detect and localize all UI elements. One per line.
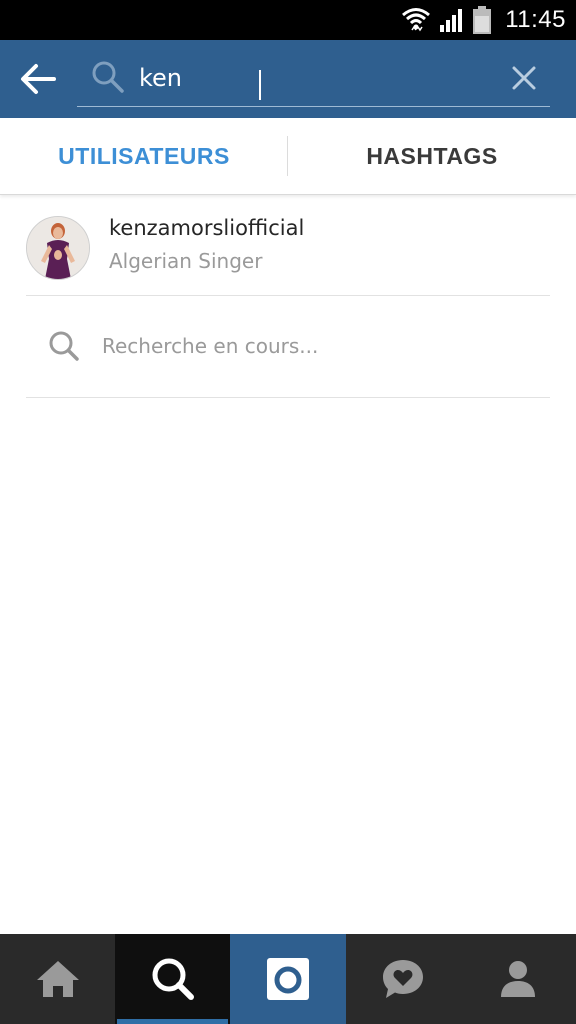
- status-bar: 11:45: [0, 0, 576, 40]
- search-tabs: UTILISATEURS HASHTAGS: [0, 118, 576, 195]
- nav-profile[interactable]: [461, 934, 576, 1024]
- tab-hashtags[interactable]: HASHTAGS: [288, 118, 576, 194]
- text-caret: [259, 70, 261, 100]
- result-username: kenzamorsliofficial: [109, 216, 305, 240]
- profile-icon: [501, 961, 536, 997]
- status-icons: 11:45: [401, 4, 566, 36]
- searching-row: Recherche en cours...: [26, 296, 550, 398]
- wifi-icon: [402, 8, 431, 32]
- bottom-nav: [0, 934, 576, 1024]
- user-result-row[interactable]: kenzamorsliofficial Algerian Singer: [26, 200, 550, 296]
- signal-icon: [440, 9, 463, 32]
- home-icon: [36, 961, 79, 997]
- searching-label: Recherche en cours...: [102, 334, 319, 358]
- nav-home[interactable]: [0, 934, 115, 1024]
- result-fullname: Algerian Singer: [109, 249, 263, 273]
- avatar: [26, 216, 90, 280]
- back-button[interactable]: [12, 56, 64, 102]
- search-header: [0, 40, 576, 118]
- camera-icon: [266, 958, 309, 1000]
- status-time: 11:45: [505, 6, 566, 33]
- nav-search[interactable]: [115, 934, 231, 1024]
- back-arrow-icon: [21, 64, 56, 94]
- battery-icon: [473, 6, 492, 34]
- search-field[interactable]: [77, 50, 550, 107]
- search-icon: [49, 331, 79, 361]
- search-icon: [152, 958, 194, 1000]
- nav-camera[interactable]: [230, 934, 346, 1024]
- tab-users[interactable]: UTILISATEURS: [0, 118, 288, 194]
- activity-icon: [383, 960, 424, 998]
- nav-activity[interactable]: [346, 934, 461, 1024]
- search-input[interactable]: [139, 58, 499, 98]
- avatar-image: [27, 217, 89, 279]
- search-icon: [92, 61, 124, 93]
- clear-search-icon[interactable]: [508, 62, 540, 94]
